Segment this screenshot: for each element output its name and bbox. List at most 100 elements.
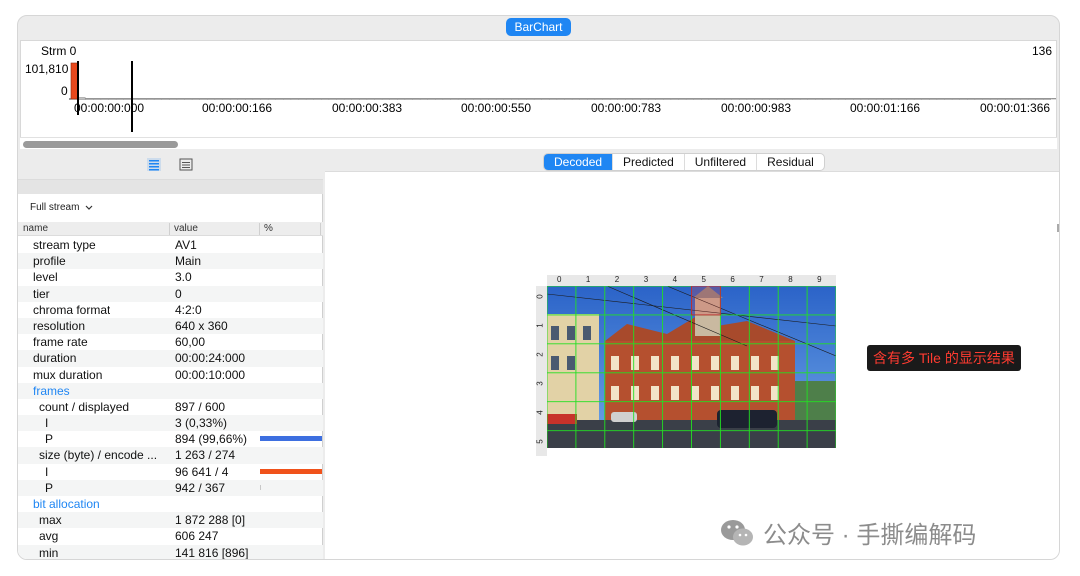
table-row[interactable]: I 3 (0,33%) bbox=[18, 415, 323, 432]
chart-bar[interactable] bbox=[519, 98, 527, 100]
list-view-icon[interactable] bbox=[147, 158, 161, 171]
chart-bar[interactable] bbox=[693, 98, 702, 100]
chart-bar[interactable] bbox=[914, 98, 922, 100]
chart-bar[interactable] bbox=[648, 98, 656, 100]
table-row[interactable]: tier 0 bbox=[18, 285, 323, 302]
chart-horizontal-scrollbar[interactable] bbox=[20, 137, 1057, 149]
chart-bar[interactable] bbox=[906, 98, 914, 100]
chart-bar[interactable] bbox=[640, 98, 648, 100]
chart-bar[interactable] bbox=[739, 98, 747, 100]
chart-bar[interactable] bbox=[1043, 98, 1051, 100]
stream-selector[interactable]: Full stream bbox=[30, 202, 93, 213]
chart-bar[interactable] bbox=[534, 98, 542, 100]
chart-bar[interactable] bbox=[222, 98, 230, 100]
chart-bar[interactable] bbox=[921, 98, 930, 100]
chart-bar[interactable] bbox=[101, 98, 109, 100]
chart-bar[interactable] bbox=[830, 98, 838, 100]
chart-bar[interactable] bbox=[321, 98, 329, 100]
chart-bar[interactable] bbox=[937, 98, 945, 100]
chart-bar[interactable] bbox=[503, 98, 512, 100]
chart-bar[interactable] bbox=[929, 98, 937, 100]
table-row[interactable]: min 141 816 [896] bbox=[18, 544, 323, 559]
chart-bar[interactable] bbox=[807, 98, 816, 100]
table-row[interactable]: profile Main bbox=[18, 253, 323, 270]
chart-bar[interactable] bbox=[374, 98, 382, 100]
table-row[interactable]: mux duration 00:00:10:000 bbox=[18, 367, 323, 383]
chart-bar[interactable] bbox=[731, 98, 740, 100]
chart-bar[interactable] bbox=[952, 98, 960, 100]
chart-bar[interactable] bbox=[351, 98, 360, 100]
chart-bar[interactable] bbox=[1005, 98, 1013, 100]
chart-bar[interactable] bbox=[215, 98, 223, 100]
chart-bar[interactable] bbox=[1051, 98, 1056, 100]
column-divider[interactable] bbox=[259, 223, 260, 235]
table-row[interactable]: P 942 / 367 bbox=[18, 479, 323, 496]
chart-bar[interactable] bbox=[747, 98, 755, 100]
chart-bar[interactable] bbox=[268, 98, 276, 100]
column-divider[interactable] bbox=[169, 223, 170, 235]
chart-bar[interactable] bbox=[610, 98, 618, 100]
chart-bar[interactable] bbox=[291, 98, 299, 100]
chart-bar[interactable] bbox=[116, 98, 124, 100]
chart-bar[interactable] bbox=[883, 98, 892, 100]
chart-bar[interactable] bbox=[237, 98, 246, 100]
chart-bar[interactable] bbox=[541, 98, 550, 100]
chart-bar[interactable] bbox=[861, 98, 869, 100]
table-row[interactable]: P 894 (99,66%) bbox=[18, 431, 323, 447]
chart-bar[interactable] bbox=[625, 98, 633, 100]
chart-bar[interactable] bbox=[845, 98, 854, 100]
chart-bar[interactable] bbox=[868, 98, 876, 100]
chart-bar[interactable] bbox=[557, 98, 565, 100]
chart-bar[interactable] bbox=[253, 98, 261, 100]
chart-bar[interactable] bbox=[975, 98, 983, 100]
chart-bar[interactable] bbox=[709, 98, 717, 100]
stream-info-table[interactable]: stream type AV1 profile Main level 3.0 tier 0 ch… bbox=[18, 237, 323, 559]
chart-bar[interactable] bbox=[154, 98, 162, 100]
chart-bar[interactable] bbox=[465, 98, 474, 100]
chart-bar[interactable] bbox=[785, 98, 793, 100]
chart-bar[interactable] bbox=[473, 98, 481, 100]
table-row[interactable]: resolution 640 x 360 bbox=[18, 317, 323, 335]
chart-bar[interactable] bbox=[724, 98, 732, 100]
chart-bar[interactable] bbox=[199, 98, 208, 100]
chart-bar[interactable] bbox=[367, 98, 375, 100]
chart-bar[interactable] bbox=[435, 98, 443, 100]
column-header-percent[interactable]: % bbox=[264, 223, 273, 234]
tab-predicted[interactable]: Predicted bbox=[613, 154, 685, 170]
chart-bar[interactable] bbox=[192, 98, 200, 100]
chart-bar[interactable] bbox=[587, 98, 595, 100]
chart-bar[interactable] bbox=[329, 98, 337, 100]
decoded-frame-image[interactable] bbox=[547, 286, 836, 448]
chart-bar[interactable] bbox=[959, 98, 968, 100]
detail-view-icon[interactable] bbox=[179, 158, 193, 171]
chart-bar[interactable] bbox=[762, 98, 770, 100]
chart-bar[interactable] bbox=[177, 98, 185, 100]
bar-chart-panel[interactable]: Strm 0 101,810 0 136 00:00:00:000 00:00:0… bbox=[20, 40, 1057, 146]
chart-bar[interactable] bbox=[488, 98, 496, 100]
tab-residual[interactable]: Residual bbox=[757, 154, 824, 170]
chart-bar[interactable] bbox=[564, 98, 572, 100]
chart-bar[interactable] bbox=[982, 98, 990, 100]
chart-bar[interactable] bbox=[1028, 98, 1036, 100]
chart-bar[interactable] bbox=[283, 98, 291, 100]
table-row[interactable]: stream type AV1 bbox=[18, 237, 323, 253]
chart-bar[interactable] bbox=[1035, 98, 1044, 100]
chart-bar[interactable] bbox=[800, 98, 808, 100]
chart-bar[interactable] bbox=[823, 98, 831, 100]
chart-bar[interactable] bbox=[876, 98, 884, 100]
chart-bar[interactable] bbox=[579, 98, 588, 100]
chart-bar[interactable] bbox=[526, 98, 534, 100]
chart-bar[interactable] bbox=[313, 98, 322, 100]
chart-bar[interactable] bbox=[161, 98, 170, 100]
chart-bar[interactable] bbox=[655, 98, 664, 100]
chart-bar[interactable] bbox=[169, 98, 177, 100]
chart-bar[interactable] bbox=[93, 98, 101, 100]
chart-bar[interactable] bbox=[769, 98, 778, 100]
chart-bar[interactable] bbox=[443, 98, 451, 100]
chart-bar[interactable] bbox=[450, 98, 458, 100]
chart-bar[interactable] bbox=[792, 98, 800, 100]
chart-bar[interactable] bbox=[336, 98, 344, 100]
frame-viewer[interactable]: 0 1 2 3 4 5 6 7 8 9 0 1 2 3 4 5 bbox=[536, 275, 836, 465]
selected-tile[interactable] bbox=[691, 286, 721, 316]
chart-bar[interactable] bbox=[230, 98, 238, 100]
